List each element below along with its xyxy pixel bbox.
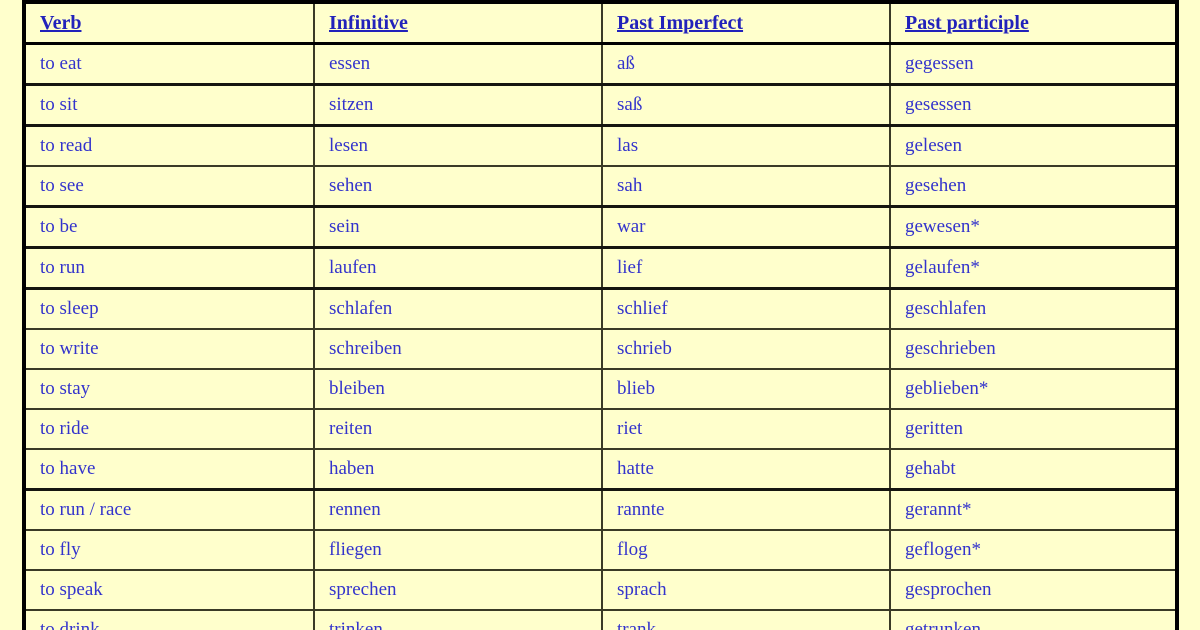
cell-past-participle: geschrieben <box>890 329 1177 370</box>
cell-past-participle: gewesen* <box>890 206 1177 249</box>
cell-past-imperfect: aß <box>602 43 891 86</box>
cell-past-participle: gelaufen* <box>890 247 1177 290</box>
table-row: to sleep schlafen schlief geschlafen <box>24 288 1177 330</box>
cell-infinitive: lesen <box>314 125 603 167</box>
cell-infinitive: schreiben <box>314 329 603 370</box>
column-header-past-participle: Past participle <box>890 2 1177 45</box>
irregular-verbs-table: Verb Infinitive Past Imperfect Past part… <box>22 0 1179 630</box>
cell-infinitive: rennen <box>314 489 603 531</box>
cell-past-imperfect: riet <box>602 409 891 450</box>
cell-verb: to eat <box>24 43 315 86</box>
cell-verb: to run <box>24 247 315 290</box>
table-row: to read lesen las gelesen <box>24 125 1177 167</box>
cell-past-imperfect: schlief <box>602 288 891 330</box>
cell-past-participle: gerannt* <box>890 489 1177 531</box>
cell-past-imperfect: blieb <box>602 369 891 410</box>
cell-past-imperfect: saß <box>602 84 891 127</box>
cell-verb: to have <box>24 449 315 491</box>
table-row: to eat essen aß gegessen <box>24 43 1177 86</box>
table-row: to speak sprechen sprach gesprochen <box>24 570 1177 611</box>
table-row: to drink trinken trank getrunken <box>24 610 1177 630</box>
cell-infinitive: laufen <box>314 247 603 290</box>
column-header-past-imperfect: Past Imperfect <box>602 2 891 45</box>
cell-past-participle: gesprochen <box>890 570 1177 611</box>
cell-infinitive: bleiben <box>314 369 603 410</box>
table-row: to ride reiten riet geritten <box>24 409 1177 450</box>
cell-past-participle: geschlafen <box>890 288 1177 330</box>
cell-past-imperfect: las <box>602 125 891 167</box>
table-row: to sit sitzen saß gesessen <box>24 84 1177 127</box>
table-row: to see sehen sah gesehen <box>24 166 1177 208</box>
cell-verb: to fly <box>24 530 315 571</box>
table-row: to fly fliegen flog geflogen* <box>24 530 1177 571</box>
cell-verb: to be <box>24 206 315 249</box>
cell-infinitive: fliegen <box>314 530 603 571</box>
cell-infinitive: essen <box>314 43 603 86</box>
cell-past-imperfect: rannte <box>602 489 891 531</box>
cell-verb: to run / race <box>24 489 315 531</box>
cell-infinitive: trinken <box>314 610 603 630</box>
table-row: to be sein war gewesen* <box>24 206 1177 249</box>
cell-verb: to stay <box>24 369 315 410</box>
cell-past-participle: gesessen <box>890 84 1177 127</box>
cell-infinitive: sein <box>314 206 603 249</box>
table-body: to eat essen aß gegessen to sit sitzen s… <box>24 43 1177 630</box>
cell-verb: to ride <box>24 409 315 450</box>
page-root: Verb Infinitive Past Imperfect Past part… <box>0 0 1200 630</box>
cell-verb: to read <box>24 125 315 167</box>
cell-past-participle: geflogen* <box>890 530 1177 571</box>
cell-infinitive: sprechen <box>314 570 603 611</box>
table-row: to stay bleiben blieb geblieben* <box>24 369 1177 410</box>
cell-verb: to speak <box>24 570 315 611</box>
cell-past-participle: getrunken <box>890 610 1177 630</box>
cell-infinitive: haben <box>314 449 603 491</box>
cell-past-participle: gelesen <box>890 125 1177 167</box>
table-row: to run / race rennen rannte gerannt* <box>24 489 1177 531</box>
table-header-row: Verb Infinitive Past Imperfect Past part… <box>24 2 1177 45</box>
column-header-verb: Verb <box>24 2 315 45</box>
table-row: to run laufen lief gelaufen* <box>24 247 1177 290</box>
cell-past-imperfect: flog <box>602 530 891 571</box>
cell-past-participle: gehabt <box>890 449 1177 491</box>
cell-past-participle: gegessen <box>890 43 1177 86</box>
cell-infinitive: sitzen <box>314 84 603 127</box>
cell-verb: to write <box>24 329 315 370</box>
column-header-infinitive: Infinitive <box>314 2 603 45</box>
cell-infinitive: reiten <box>314 409 603 450</box>
cell-past-imperfect: schrieb <box>602 329 891 370</box>
cell-past-imperfect: sprach <box>602 570 891 611</box>
cell-past-imperfect: sah <box>602 166 891 208</box>
cell-past-participle: gesehen <box>890 166 1177 208</box>
cell-verb: to sleep <box>24 288 315 330</box>
cell-infinitive: schlafen <box>314 288 603 330</box>
cell-verb: to sit <box>24 84 315 127</box>
cell-past-participle: geritten <box>890 409 1177 450</box>
cell-verb: to drink <box>24 610 315 630</box>
cell-past-imperfect: war <box>602 206 891 249</box>
cell-past-imperfect: trank <box>602 610 891 630</box>
cell-past-imperfect: hatte <box>602 449 891 491</box>
table-header: Verb Infinitive Past Imperfect Past part… <box>24 2 1177 45</box>
cell-verb: to see <box>24 166 315 208</box>
cell-infinitive: sehen <box>314 166 603 208</box>
table-row: to write schreiben schrieb geschrieben <box>24 329 1177 370</box>
cell-past-imperfect: lief <box>602 247 891 290</box>
table-row: to have haben hatte gehabt <box>24 449 1177 491</box>
cell-past-participle: geblieben* <box>890 369 1177 410</box>
